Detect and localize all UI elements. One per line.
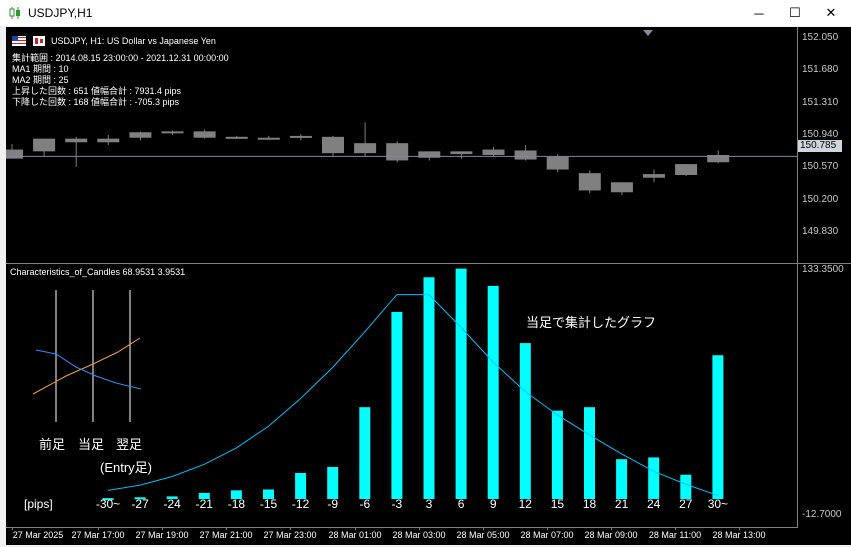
current-price-label: 150.785 (798, 140, 842, 152)
time-label: 28 Mar 01:00 (328, 530, 382, 540)
candle-body (514, 150, 537, 160)
bin-label: -24 (163, 497, 181, 511)
histogram-bar (295, 473, 307, 499)
time-label: 27 Mar 23:00 (263, 530, 317, 540)
time-label: 28 Mar 11:00 (648, 530, 702, 540)
histogram-bar (455, 268, 467, 499)
time-label: 27 Mar 21:00 (199, 530, 253, 540)
histogram-bar (680, 474, 692, 499)
candle-body (65, 138, 88, 143)
price-tick: 152.050 (802, 32, 839, 43)
diagram-label-prev: 前足 (39, 437, 66, 452)
candle-body (289, 135, 312, 138)
histogram-bar (359, 407, 371, 499)
candle-body (482, 149, 505, 155)
time-label: 28 Mar 05:00 (456, 530, 510, 540)
histogram-bar (423, 277, 435, 499)
time-label: 27 Mar 17:00 (71, 530, 125, 540)
candle-body (450, 151, 473, 155)
price-tick: 150.940 (802, 129, 839, 140)
bin-label: 24 (647, 497, 661, 511)
histogram-bar (712, 355, 724, 499)
candle-body (322, 136, 344, 154)
candle-body (546, 156, 569, 170)
bin-label: 30~ (707, 497, 729, 511)
price-axis-line (797, 27, 798, 527)
bin-label: -18 (227, 497, 246, 511)
bin-label: 9 (489, 497, 497, 511)
candle-body (257, 137, 280, 140)
bin-label: -6 (359, 497, 371, 511)
histogram-bar (519, 343, 531, 499)
candle-body (354, 143, 377, 154)
bin-label: -21 (195, 497, 213, 511)
time-label: 28 Mar 09:00 (584, 530, 638, 540)
bin-label: 6 (457, 497, 465, 511)
histogram-bar (648, 457, 660, 499)
histogram-bar (616, 459, 628, 499)
minimize-button[interactable]: ─ (741, 0, 777, 26)
ma1-line (32, 337, 141, 395)
title-bar: USDJPY,H1 ─ ☐ ✕ (0, 0, 851, 26)
price-tick: 151.310 (802, 97, 839, 108)
candle-body (610, 182, 633, 193)
time-label: 27 Mar 2025 (12, 530, 64, 540)
price-tick: 149.830 (802, 226, 839, 237)
histogram-bar (584, 407, 595, 499)
candle-body (6, 149, 23, 159)
diagram-sublabel: (Entry足) (100, 460, 153, 475)
histogram-chart (32, 268, 724, 501)
bin-label: -15 (259, 497, 278, 511)
bin-label: -12 (291, 497, 310, 511)
maximize-button[interactable]: ☐ (777, 0, 813, 26)
ma2-line (35, 349, 142, 390)
bin-label: -3 (391, 497, 403, 511)
candle-body (97, 138, 120, 143)
bin-label: -9 (327, 497, 339, 511)
price-tick: 150.200 (802, 194, 839, 205)
histogram-bar (391, 311, 403, 499)
indicator-panel[interactable]: Characteristics_of_Candles 68.9531 3.953… (6, 264, 797, 527)
price-tick: 150.570 (802, 161, 839, 172)
candle-body (386, 143, 409, 161)
candle-body (643, 174, 665, 178)
bin-label: -30~ (95, 497, 121, 511)
chart-window[interactable]: USDJPY, H1: US Dollar vs Japanese Yen 集計… (6, 27, 851, 545)
histogram-bar (551, 410, 563, 499)
candlestick-chart (6, 122, 797, 195)
candlestick-app-icon (9, 7, 20, 19)
bin-label: -27 (131, 497, 149, 511)
candle-body (161, 131, 184, 134)
close-button[interactable]: ✕ (813, 0, 849, 26)
candle-body (225, 136, 248, 139)
bin-label: 15 (550, 497, 565, 511)
candle-body (578, 173, 601, 191)
time-label: 27 Mar 19:00 (135, 530, 189, 540)
bin-label: 18 (582, 497, 597, 511)
window-title: USDJPY,H1 (28, 6, 93, 20)
bin-label: 27 (679, 497, 693, 511)
shift-marker-icon[interactable] (643, 30, 653, 36)
candle-body (33, 138, 56, 152)
indicator-axis-bottom: -12.7000 (802, 509, 842, 520)
time-label: 28 Mar 03:00 (392, 530, 446, 540)
diagram-label-current: 当足 (78, 437, 105, 452)
time-label: 28 Mar 13:00 (712, 530, 766, 540)
price-tick: 151.680 (802, 64, 839, 75)
indicator-axis-top: 133.3500 (802, 264, 844, 275)
candle-body (675, 164, 698, 175)
main-price-panel[interactable]: USDJPY, H1: US Dollar vs Japanese Yen 集計… (6, 27, 797, 263)
bin-label: 21 (614, 497, 629, 511)
bin-label: 12 (518, 497, 532, 511)
diagram-label-next: 翌足 (116, 437, 143, 452)
pips-label: [pips] (24, 497, 53, 511)
histogram-bar (487, 285, 499, 499)
time-axis: 27 Mar 2025 27 Mar 17:00 27 Mar 19:00 27 Ma… (6, 527, 851, 545)
bin-label: 3 (425, 497, 433, 511)
histogram-bar (327, 466, 339, 499)
candle-body (193, 131, 216, 138)
time-label: 28 Mar 07:00 (520, 530, 574, 540)
candle-body (129, 132, 152, 138)
chart-annotation: 当足で集計したグラフ (526, 315, 657, 330)
